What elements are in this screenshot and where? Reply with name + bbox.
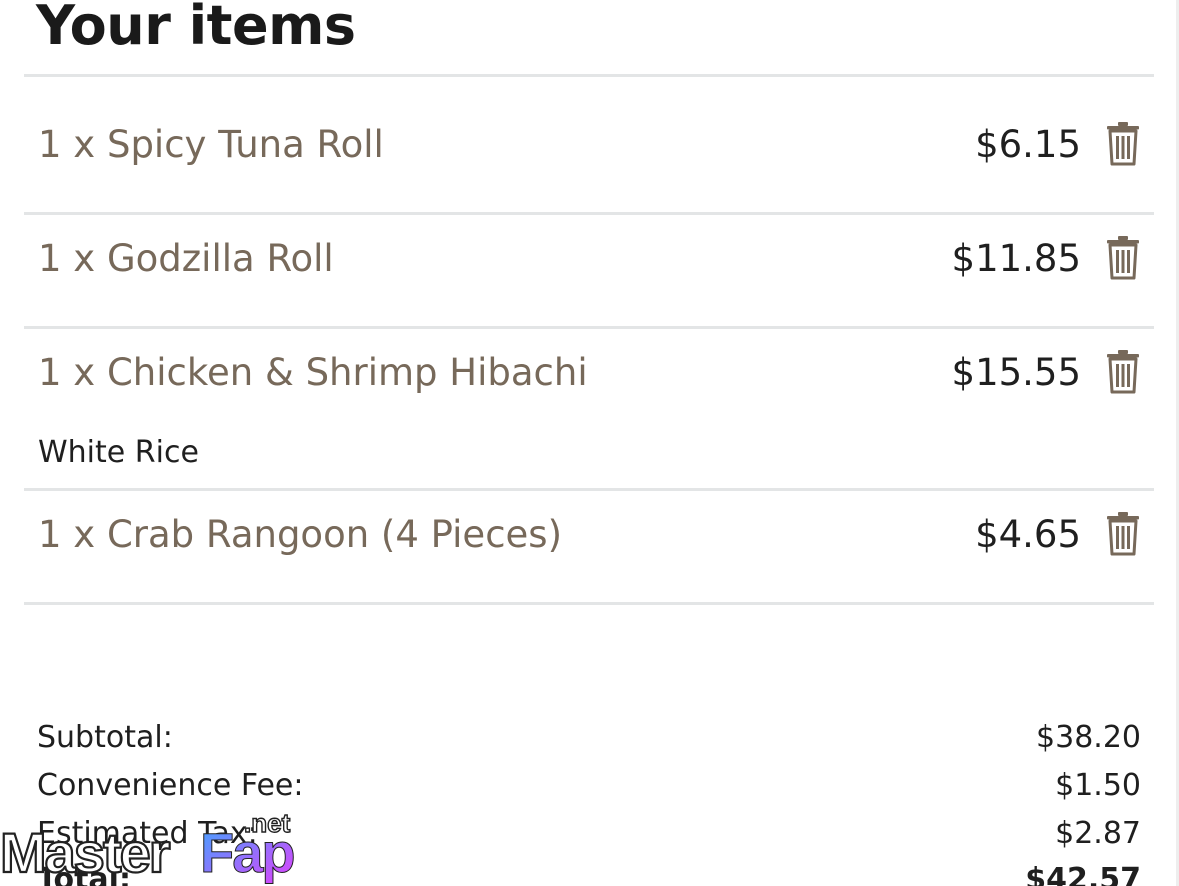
watermark-logo: Master Fap .net — [0, 807, 296, 885]
svg-text:Master: Master — [0, 821, 170, 884]
divider — [24, 212, 1154, 215]
divider — [24, 326, 1154, 329]
divider — [24, 74, 1154, 77]
convenience-fee-value: $1.50 — [1055, 768, 1141, 803]
page-title: Your items — [36, 0, 356, 57]
item-modifier: White Rice — [38, 435, 199, 470]
subtotal-value: $38.20 — [1036, 720, 1141, 755]
divider — [24, 488, 1154, 491]
convenience-fee-label: Convenience Fee: — [37, 768, 304, 803]
subtotal-label: Subtotal: — [37, 720, 173, 755]
item-name[interactable]: 1 x Chicken & Shrimp Hibachi — [38, 350, 588, 396]
item-price: $15.55 — [951, 351, 1081, 394]
estimated-tax-value: $2.87 — [1055, 816, 1141, 851]
trash-icon[interactable] — [1105, 350, 1141, 394]
trash-icon[interactable] — [1105, 512, 1141, 556]
item-price: $11.85 — [951, 237, 1081, 280]
item-price: $6.15 — [975, 123, 1081, 166]
item-price: $4.65 — [975, 513, 1081, 556]
total-value: $42.57 — [1025, 862, 1141, 886]
svg-text:.net: .net — [244, 808, 291, 838]
trash-icon[interactable] — [1105, 122, 1141, 166]
item-name[interactable]: 1 x Crab Rangoon (4 Pieces) — [38, 512, 562, 558]
item-name[interactable]: 1 x Spicy Tuna Roll — [38, 122, 384, 168]
item-name[interactable]: 1 x Godzilla Roll — [38, 236, 334, 282]
trash-icon[interactable] — [1105, 236, 1141, 280]
cart-page: Your items 1 x Spicy Tuna Roll $6.15 1 x… — [0, 0, 1179, 886]
divider — [24, 602, 1154, 605]
